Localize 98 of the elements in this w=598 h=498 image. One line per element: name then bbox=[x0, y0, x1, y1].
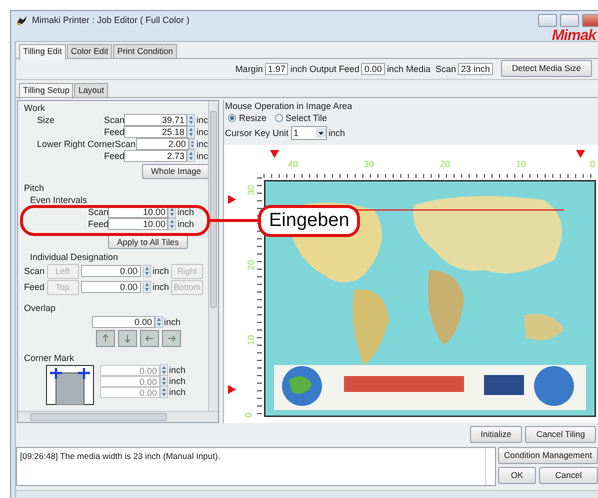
arrow-icon bbox=[145, 334, 154, 343]
triangle-marker-icon[interactable] bbox=[228, 194, 237, 204]
tab[interactable]: Tilling Setup bbox=[19, 82, 74, 99]
unit-label: inch bbox=[168, 387, 186, 398]
section-title: Pitch bbox=[24, 182, 46, 194]
section-title: Overlap bbox=[24, 302, 57, 314]
number-field[interactable]: 2.00 bbox=[136, 138, 189, 150]
number-field[interactable]: 0.00 bbox=[92, 316, 155, 328]
ruler-label: 10 bbox=[516, 158, 526, 169]
dialog-button[interactable]: Cancel bbox=[539, 467, 598, 484]
overlap-button[interactable] bbox=[162, 330, 181, 347]
triangle-marker-icon[interactable] bbox=[576, 150, 585, 159]
tab[interactable]: Tilling Edit bbox=[19, 44, 66, 60]
callout-label: Eingeben bbox=[258, 205, 360, 237]
ruler-label: 20 bbox=[440, 158, 450, 169]
printer-icon bbox=[16, 14, 28, 26]
number-field[interactable]: 39.71 bbox=[124, 114, 188, 126]
field-label: Scan bbox=[102, 114, 124, 125]
arrow-icon bbox=[167, 334, 176, 343]
overlap-button[interactable] bbox=[118, 330, 137, 347]
ruler-label: 20 bbox=[246, 260, 256, 270]
field-label: inch Output Feed bbox=[290, 64, 360, 74]
field-label: Margin bbox=[235, 64, 263, 74]
field-label: Feed bbox=[102, 126, 124, 137]
field-label: Feed bbox=[86, 218, 108, 229]
subsection-title: Even Intervals bbox=[29, 194, 88, 206]
unit-label: inch bbox=[176, 218, 194, 229]
subsection-title: Individual Designation bbox=[29, 252, 120, 263]
unit-label: inch bbox=[163, 316, 181, 327]
dialog-button[interactable]: OK bbox=[498, 467, 536, 484]
section-title: Mouse Operation in Image Area bbox=[225, 100, 354, 112]
ruler-label: 30 bbox=[364, 158, 374, 169]
tab[interactable]: Layout bbox=[74, 82, 108, 97]
field-label: Scan bbox=[115, 138, 136, 149]
unit-label: inch bbox=[328, 126, 346, 139]
spinner-icon[interactable] bbox=[142, 281, 151, 294]
ruler-label: 30 bbox=[246, 184, 256, 195]
tab[interactable]: Print Condition bbox=[113, 44, 177, 58]
radio-label[interactable]: Select Tile bbox=[286, 112, 328, 124]
radio-button[interactable] bbox=[228, 114, 236, 122]
number-field[interactable]: 25.18 bbox=[124, 126, 188, 138]
unit-label: inc bbox=[195, 138, 208, 149]
unit-label: inc bbox=[195, 150, 208, 161]
unit-dropdown[interactable]: 1 bbox=[290, 126, 327, 140]
input-field[interactable]: 0.00 bbox=[361, 62, 385, 75]
field-label: Cursor Key Unit bbox=[225, 126, 289, 139]
spinner-icon[interactable] bbox=[155, 316, 163, 328]
window-title: Mimaki Printer : Job Editor ( Full Color ) bbox=[32, 15, 190, 25]
unit-label: inc bbox=[195, 126, 208, 137]
field-label: inch Media Scan bbox=[386, 64, 456, 74]
ruler-label: 0 bbox=[590, 158, 596, 169]
minimize-button[interactable] bbox=[538, 14, 557, 26]
number-field[interactable]: 10.00 bbox=[108, 218, 168, 230]
number-field[interactable]: 2.73 bbox=[124, 150, 188, 162]
unit-label: inch bbox=[176, 206, 194, 217]
group-label: Size bbox=[36, 114, 55, 125]
action-button[interactable]: Initialize bbox=[470, 426, 522, 444]
field-label: Feed bbox=[102, 150, 124, 161]
ruler-label: 10 bbox=[246, 334, 256, 345]
overlap-button[interactable] bbox=[96, 330, 115, 347]
spinner-icon[interactable] bbox=[187, 150, 196, 162]
triangle-marker-icon[interactable] bbox=[228, 384, 237, 394]
whole-image-button[interactable]: Whole Image bbox=[142, 164, 210, 179]
corner-mark-drawing bbox=[46, 364, 94, 405]
arrow-icon bbox=[101, 334, 110, 343]
ruler-label: 40 bbox=[288, 158, 298, 169]
triangle-marker-icon[interactable] bbox=[270, 150, 279, 159]
action-button[interactable]: Cancel Tiling bbox=[525, 426, 596, 444]
input-field[interactable]: 1.97 bbox=[264, 62, 288, 75]
arrow-icon bbox=[123, 334, 132, 343]
overlap-button[interactable] bbox=[140, 330, 159, 347]
scrollbar[interactable] bbox=[208, 100, 218, 412]
tab[interactable]: Color Edit bbox=[66, 44, 112, 58]
detect-button[interactable]: Detect Media Size bbox=[501, 60, 592, 78]
leader-line bbox=[210, 219, 259, 222]
field-label: Scan bbox=[24, 266, 45, 276]
scrollbar[interactable] bbox=[18, 411, 218, 422]
logo: Mimak bbox=[552, 28, 596, 42]
unit-label: inch bbox=[152, 266, 170, 276]
unit-label: inc bbox=[195, 114, 208, 125]
unit-label: inch bbox=[168, 376, 186, 386]
field-label: Feed bbox=[24, 282, 45, 292]
maximize-button[interactable] bbox=[560, 14, 579, 26]
section-title: Work bbox=[24, 102, 46, 114]
group-label: Lower Right Corner bbox=[36, 138, 116, 149]
log-line: [09:26:48] The media width is 23 inch (Manual Input). bbox=[20, 451, 222, 462]
caret-icon bbox=[316, 128, 326, 138]
unit-label: inch bbox=[168, 365, 186, 376]
input-field[interactable]: 23 inch bbox=[458, 62, 494, 75]
radio-label[interactable]: Resize bbox=[239, 112, 267, 124]
unit-label: inch bbox=[152, 282, 170, 292]
spinner-icon[interactable] bbox=[142, 265, 151, 278]
close-button[interactable] bbox=[582, 14, 598, 26]
section-title: Corner Mark bbox=[24, 352, 76, 364]
ruler-label: 0 bbox=[244, 412, 254, 418]
condition-button[interactable]: Condition Management bbox=[498, 447, 598, 464]
field-label: Scan bbox=[86, 206, 108, 217]
radio-button[interactable] bbox=[274, 114, 283, 122]
